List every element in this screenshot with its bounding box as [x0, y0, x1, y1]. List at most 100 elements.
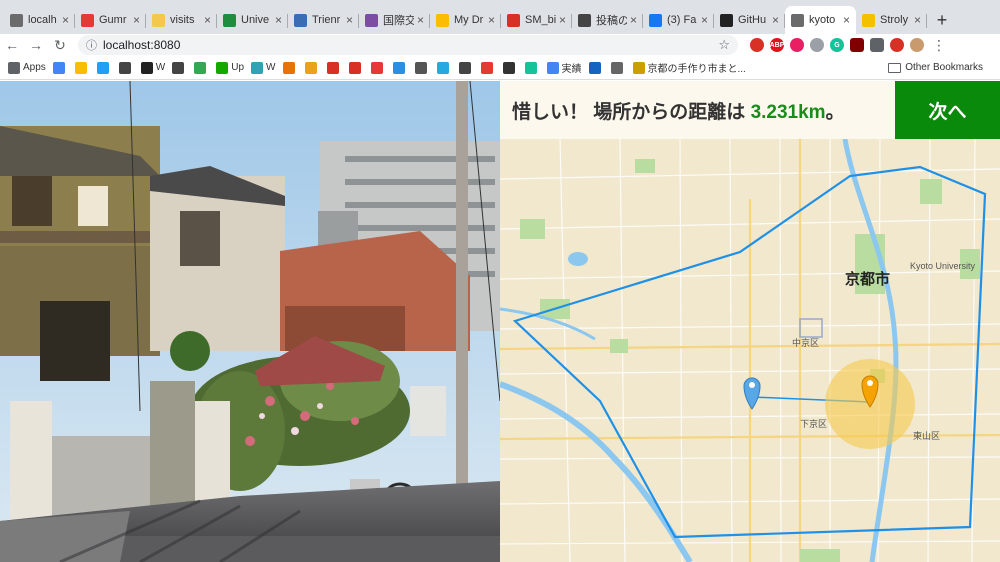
tab-title: SM_bi: [525, 14, 556, 26]
browser-tab[interactable]: visits ×: [146, 6, 217, 34]
bookmark-item[interactable]: [524, 61, 540, 74]
tab-favicon-icon: [862, 13, 875, 27]
bookmark-item[interactable]: [502, 61, 518, 74]
info-icon[interactable]: ⓘ: [86, 37, 97, 53]
forward-icon[interactable]: →: [24, 37, 48, 53]
grammarly-icon[interactable]: G: [830, 38, 844, 52]
street-view[interactable]: [0, 81, 500, 562]
bookmark-item[interactable]: [304, 61, 320, 74]
browser-tab[interactable]: Gumr ×: [75, 6, 146, 34]
tab-title: kyoto: [809, 14, 836, 26]
extension-icon[interactable]: [790, 38, 804, 52]
tab-close-icon[interactable]: ×: [914, 13, 921, 27]
browser-tab[interactable]: (3) Fa ×: [643, 6, 714, 34]
map-canvas: 京都市 Kyoto University 中京区 下京区 東山区: [500, 138, 1000, 562]
bookmark-item[interactable]: 京都の手作り市まと...: [632, 60, 746, 75]
bookmark-favicon-icon: [251, 61, 264, 74]
tab-close-icon[interactable]: ×: [417, 13, 424, 27]
bookmark-label: W: [155, 62, 166, 73]
nakagyo-label: 中京区: [792, 337, 819, 348]
tab-title: 国際交: [383, 15, 414, 27]
extension-icon[interactable]: [870, 38, 884, 52]
bookmark-item[interactable]: [74, 61, 90, 74]
bookmark-item[interactable]: [172, 61, 187, 74]
result-panel: 惜しい！ 場所からの距離は 3.231km。 次へ 京都市 Kyoto Univ…: [500, 81, 1000, 562]
ublock-icon[interactable]: [850, 38, 864, 52]
bookmark-item[interactable]: [414, 61, 430, 74]
browser-tab[interactable]: Trienr ×: [288, 6, 359, 34]
bookmark-favicon-icon: [524, 61, 537, 74]
browser-tab[interactable]: 投稿の ×: [572, 6, 643, 34]
tab-close-icon[interactable]: ×: [701, 13, 708, 27]
bookmark-item[interactable]: [370, 61, 386, 74]
bookmark-favicon-icon: [370, 61, 383, 74]
tab-close-icon[interactable]: ×: [62, 13, 69, 27]
other-bookmarks-label: Other Bookmarks: [905, 62, 983, 73]
tab-title: Unive: [241, 14, 270, 26]
browser-tab[interactable]: GitHu ×: [714, 6, 785, 34]
bookmark-item[interactable]: [458, 61, 474, 74]
bookmark-item[interactable]: [326, 61, 342, 74]
browser-tab[interactable]: kyoto ×: [785, 6, 856, 34]
bookmark-item[interactable]: [610, 61, 626, 74]
browser-tab[interactable]: 国際交 ×: [359, 6, 430, 34]
tab-close-icon[interactable]: ×: [772, 13, 779, 27]
result-map[interactable]: 京都市 Kyoto University 中京区 下京区 東山区: [500, 138, 1000, 562]
tab-close-icon[interactable]: ×: [275, 13, 282, 27]
avatar[interactable]: [910, 38, 924, 52]
tab-close-icon[interactable]: ×: [630, 13, 637, 27]
tab-close-icon[interactable]: ×: [204, 13, 211, 27]
address-bar[interactable]: ⓘ localhost:8080 ☆: [78, 35, 738, 55]
result-prefix: 惜しい！ 場所からの距離は: [512, 101, 746, 123]
camera-icon[interactable]: [810, 38, 824, 52]
bookmark-item[interactable]: Apps: [8, 61, 46, 74]
tab-title: visits: [170, 14, 195, 26]
address-text: localhost:8080: [103, 38, 181, 52]
tab-close-icon[interactable]: ×: [843, 13, 850, 27]
adblock-icon[interactable]: ABP: [770, 38, 784, 52]
next-button[interactable]: 次へ: [895, 81, 1000, 139]
bookmark-favicon-icon: [194, 61, 207, 74]
tab-title: Trienr: [312, 14, 341, 26]
bookmarks-bar: Apps W Up W 実績 京都の手作り市まと... Other Bookmarks: [0, 56, 1000, 80]
bookmark-item[interactable]: [436, 61, 452, 74]
bookmark-item[interactable]: 実績: [546, 60, 582, 75]
browser-tab[interactable]: My Dr ×: [430, 6, 501, 34]
tab-title: GitHu: [738, 14, 767, 26]
bookmark-item[interactable]: W: [251, 61, 276, 74]
bookmark-item[interactable]: [282, 61, 298, 74]
bookmark-item[interactable]: [480, 61, 496, 74]
tab-close-icon[interactable]: ×: [559, 13, 566, 27]
bookmark-item[interactable]: [52, 61, 68, 74]
tab-title: 投稿の: [596, 15, 627, 27]
browser-tab[interactable]: Stroly ×: [856, 6, 927, 34]
tab-close-icon[interactable]: ×: [488, 13, 495, 27]
other-bookmarks[interactable]: Other Bookmarks: [888, 62, 983, 73]
extension-icon[interactable]: [750, 38, 764, 52]
bookmark-item[interactable]: [194, 61, 209, 74]
browser-tab[interactable]: localh ×: [4, 6, 75, 34]
new-tab-icon[interactable]: +: [927, 6, 957, 34]
back-icon[interactable]: ←: [0, 37, 24, 53]
bookmark-item[interactable]: [96, 61, 112, 74]
bookmark-favicon-icon: [480, 61, 493, 74]
browser-tab[interactable]: SM_bi ×: [501, 6, 572, 34]
bookmark-favicon-icon: [216, 61, 229, 74]
reload-icon[interactable]: ↻: [48, 37, 72, 54]
tab-favicon-icon: [365, 13, 378, 27]
extension-icon[interactable]: [890, 38, 904, 52]
bookmark-item[interactable]: [392, 61, 408, 74]
bookmark-star-icon[interactable]: ☆: [718, 37, 730, 53]
tab-close-icon[interactable]: ×: [133, 13, 140, 27]
bookmark-favicon-icon: [140, 61, 153, 74]
tab-favicon-icon: [294, 13, 307, 27]
browser-tab[interactable]: Unive ×: [217, 6, 288, 34]
bookmark-item[interactable]: [348, 61, 364, 74]
menu-icon[interactable]: ⋮: [932, 37, 946, 54]
bookmark-item[interactable]: [588, 61, 604, 74]
tab-close-icon[interactable]: ×: [346, 13, 353, 27]
distance-value: 3.231km: [750, 101, 826, 123]
bookmark-item[interactable]: W: [140, 61, 166, 74]
bookmark-item[interactable]: [118, 61, 134, 74]
bookmark-item[interactable]: Up: [216, 61, 244, 74]
